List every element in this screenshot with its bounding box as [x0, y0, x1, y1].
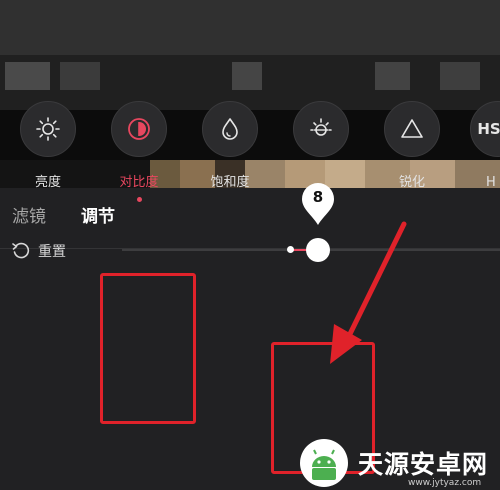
selected-indicator	[136, 197, 142, 202]
tool-sharpen-label: 锐化	[398, 175, 425, 190]
tool-sharpen[interactable]: 锐化	[379, 101, 445, 191]
droplet-icon	[222, 118, 238, 140]
tab-filter[interactable]: 滤镜	[12, 206, 46, 228]
tool-hsl-button[interactable]: HS	[470, 101, 500, 157]
tool-hsl-label: H	[486, 175, 496, 190]
tab-bar: 滤镜 调节	[0, 188, 500, 248]
tool-saturation[interactable]: 饱和度	[197, 101, 263, 191]
undo-icon	[12, 242, 30, 259]
sun-half-icon	[310, 118, 332, 136]
reset-label: 重置	[38, 244, 66, 260]
tool-exposure[interactable]	[288, 101, 354, 174]
reset-button[interactable]: 重置	[10, 240, 66, 262]
tool-brightness[interactable]: 亮度	[15, 101, 81, 191]
android-logo-icon	[300, 439, 348, 487]
tool-exposure-button[interactable]	[293, 101, 349, 157]
slider-center-dot	[287, 246, 294, 253]
sun-icon	[36, 117, 60, 141]
annotation-arrow	[330, 221, 407, 364]
tab-adjust[interactable]: 调节	[81, 206, 115, 228]
contrast-icon	[128, 118, 150, 140]
tool-hsl[interactable]: HS H	[470, 101, 500, 191]
tool-saturation-label: 饱和度	[210, 175, 250, 190]
hsl-icon: HS	[477, 120, 500, 138]
tool-contrast[interactable]: 对比度	[106, 101, 172, 202]
tool-sharpen-button[interactable]	[384, 101, 440, 157]
value-bubble-text: 8	[312, 188, 324, 206]
watermark-text: 天源安卓网	[358, 450, 489, 479]
tool-brightness-button[interactable]	[20, 101, 76, 157]
tool-contrast-button[interactable]	[111, 101, 167, 157]
triangle-icon	[401, 119, 423, 138]
tool-contrast-label: 对比度	[119, 175, 159, 190]
tool-brightness-label: 亮度	[34, 175, 61, 190]
tool-saturation-button[interactable]	[202, 101, 258, 157]
watermark-url: www.jytyaz.com	[408, 478, 482, 488]
annotation-box-contrast	[100, 273, 196, 424]
